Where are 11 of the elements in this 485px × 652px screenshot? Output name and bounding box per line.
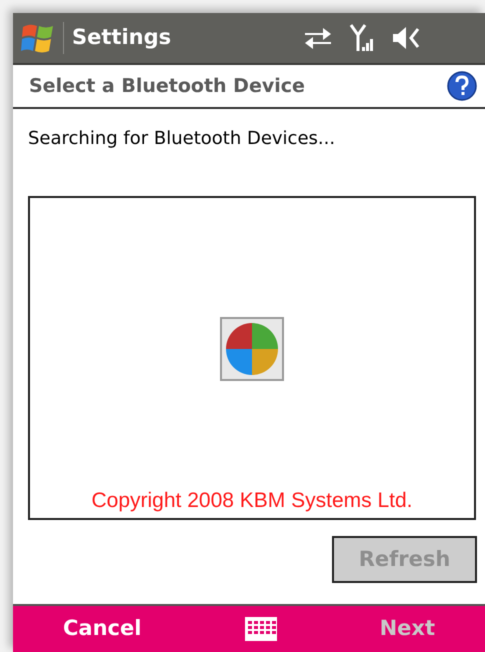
- copyright-text: Copyright 2008 KBM Systems Ltd.: [92, 488, 412, 514]
- signal-icon[interactable]: [349, 23, 375, 53]
- help-icon[interactable]: [447, 71, 477, 101]
- speaker-muted-icon[interactable]: [391, 25, 421, 51]
- window-title: Settings: [72, 24, 172, 52]
- status-text: Searching for Bluetooth Devices...: [28, 128, 336, 149]
- data-transfer-icon[interactable]: [303, 25, 333, 51]
- keyboard-icon[interactable]: [244, 617, 276, 641]
- page-title: Select a Bluetooth Device: [29, 74, 306, 99]
- pie-chart-icon: [220, 317, 284, 382]
- softkey[interactable]: Cancel: [51, 609, 154, 649]
